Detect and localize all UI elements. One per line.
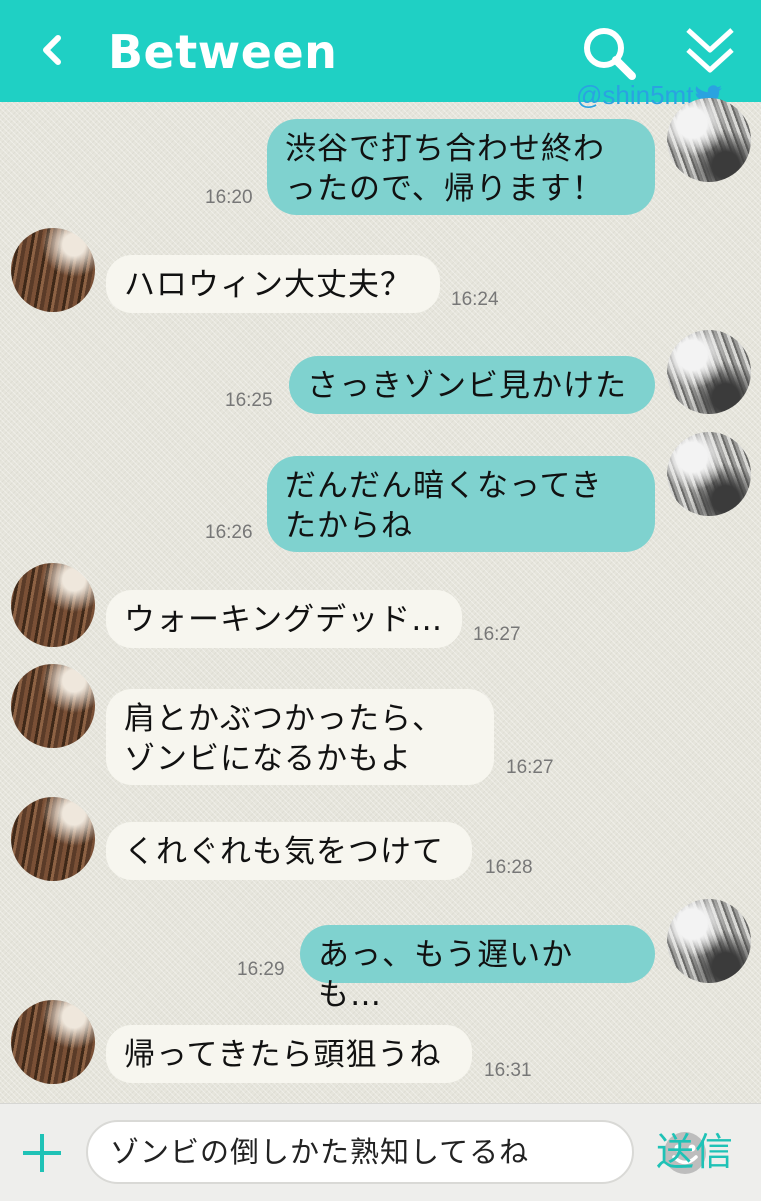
- message-time: 16:20: [205, 187, 253, 208]
- avatar[interactable]: [11, 563, 95, 647]
- watermark-text: @shin5mt: [576, 80, 694, 110]
- chat-title: Between: [108, 25, 338, 79]
- plus-icon: [23, 1134, 61, 1172]
- message-bubble: さっきゾンビ見かけた: [289, 356, 655, 414]
- message-input-value: ゾンビの倒しかた熟知してるね: [110, 1135, 530, 1169]
- message-time: 16:28: [485, 857, 533, 878]
- avatar[interactable]: [11, 228, 95, 312]
- message-bubble: あっ、もう遅いかも…: [300, 925, 655, 1013]
- avatar[interactable]: [11, 664, 95, 748]
- send-button[interactable]: 送信: [656, 1126, 734, 1178]
- avatar[interactable]: [667, 899, 751, 983]
- message-input-bar: ゾンビの倒しかた熟知してるね 送信: [0, 1103, 761, 1201]
- chevron-left-icon: [43, 35, 61, 65]
- message-bubble: 肩とかぶつかったら、 ゾンビになるかもよ: [106, 689, 494, 785]
- message-bubble: 渋谷で打ち合わせ終わ ったので、帰ります！: [267, 119, 655, 215]
- message-time: 16:27: [473, 624, 521, 645]
- search-icon: [584, 28, 636, 80]
- collapse-button[interactable]: [680, 24, 740, 80]
- avatar[interactable]: [667, 330, 751, 414]
- message-time: 16:25: [225, 390, 273, 411]
- message-time: 16:24: [451, 289, 499, 310]
- search-button[interactable]: [580, 24, 640, 84]
- message-time: 16:31: [484, 1060, 532, 1081]
- avatar[interactable]: [667, 98, 751, 182]
- message-bubble: 帰ってきたら頭狙うね: [106, 1025, 472, 1083]
- message-bubble: ハロウィン大丈夫？: [106, 255, 440, 313]
- attach-button[interactable]: [18, 1126, 66, 1178]
- message-time: 16:29: [237, 959, 285, 980]
- message-time: 16:26: [205, 522, 253, 543]
- double-chevron-down-icon: [686, 28, 734, 73]
- avatar[interactable]: [667, 432, 751, 516]
- message-bubble: だんだん暗くなってき たからね: [267, 456, 655, 552]
- message-input[interactable]: ゾンビの倒しかた熟知してるね: [86, 1120, 706, 1184]
- avatar[interactable]: [11, 1000, 95, 1084]
- message-bubble: ウォーキングデッド…: [106, 590, 462, 648]
- back-button[interactable]: [30, 22, 76, 78]
- message-time: 16:27: [506, 757, 554, 778]
- avatar[interactable]: [11, 797, 95, 881]
- message-bubble: くれぐれも気をつけて: [106, 822, 472, 880]
